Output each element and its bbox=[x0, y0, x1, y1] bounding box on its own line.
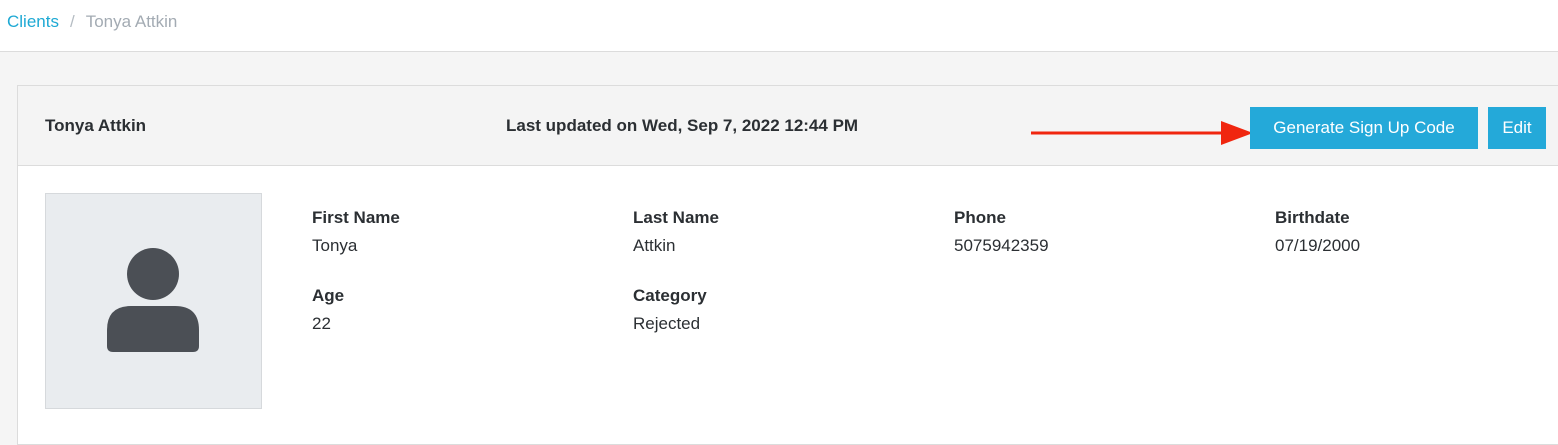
last-name-label: Last Name bbox=[633, 208, 719, 227]
first-name-field: First Name Tonya bbox=[312, 207, 400, 257]
client-name-title: Tonya Attkin bbox=[45, 116, 147, 135]
phone-field: Phone 5075942359 bbox=[954, 207, 1049, 257]
edit-button[interactable]: Edit bbox=[1488, 107, 1546, 149]
last-updated-text: Last updated on Wed, Sep 7, 2022 12:44 P… bbox=[506, 116, 859, 135]
red-arrow-annotation bbox=[1031, 121, 1253, 145]
breadcrumb: Clients / Tonya Attkin bbox=[7, 11, 177, 33]
phone-label: Phone bbox=[954, 208, 1006, 227]
age-field: Age 22 bbox=[312, 285, 344, 335]
first-name-label: First Name bbox=[312, 208, 400, 227]
birthdate-field: Birthdate 07/19/2000 bbox=[1275, 207, 1360, 257]
avatar bbox=[45, 193, 262, 409]
category-label: Category bbox=[633, 286, 707, 305]
birthdate-label: Birthdate bbox=[1275, 208, 1350, 227]
breadcrumb-clients-link[interactable]: Clients bbox=[7, 12, 59, 31]
card-header: Tonya Attkin Last updated on Wed, Sep 7,… bbox=[18, 86, 1558, 166]
last-name-value: Attkin bbox=[633, 236, 676, 255]
last-name-field: Last Name Attkin bbox=[633, 207, 719, 257]
client-card: Tonya Attkin Last updated on Wed, Sep 7,… bbox=[17, 85, 1558, 445]
top-bar: Clients / Tonya Attkin bbox=[0, 0, 1558, 52]
breadcrumb-separator: / bbox=[69, 12, 75, 31]
generate-sign-up-code-button[interactable]: Generate Sign Up Code bbox=[1250, 107, 1478, 149]
birthdate-value: 07/19/2000 bbox=[1275, 236, 1361, 255]
category-field: Category Rejected bbox=[633, 285, 707, 335]
phone-value: 5075942359 bbox=[954, 236, 1049, 255]
first-name-value: Tonya bbox=[312, 236, 358, 255]
breadcrumb-current: Tonya Attkin bbox=[85, 12, 178, 31]
user-icon bbox=[107, 248, 199, 352]
age-value: 22 bbox=[312, 314, 331, 333]
category-value: Rejected bbox=[633, 314, 701, 333]
age-label: Age bbox=[312, 286, 345, 305]
